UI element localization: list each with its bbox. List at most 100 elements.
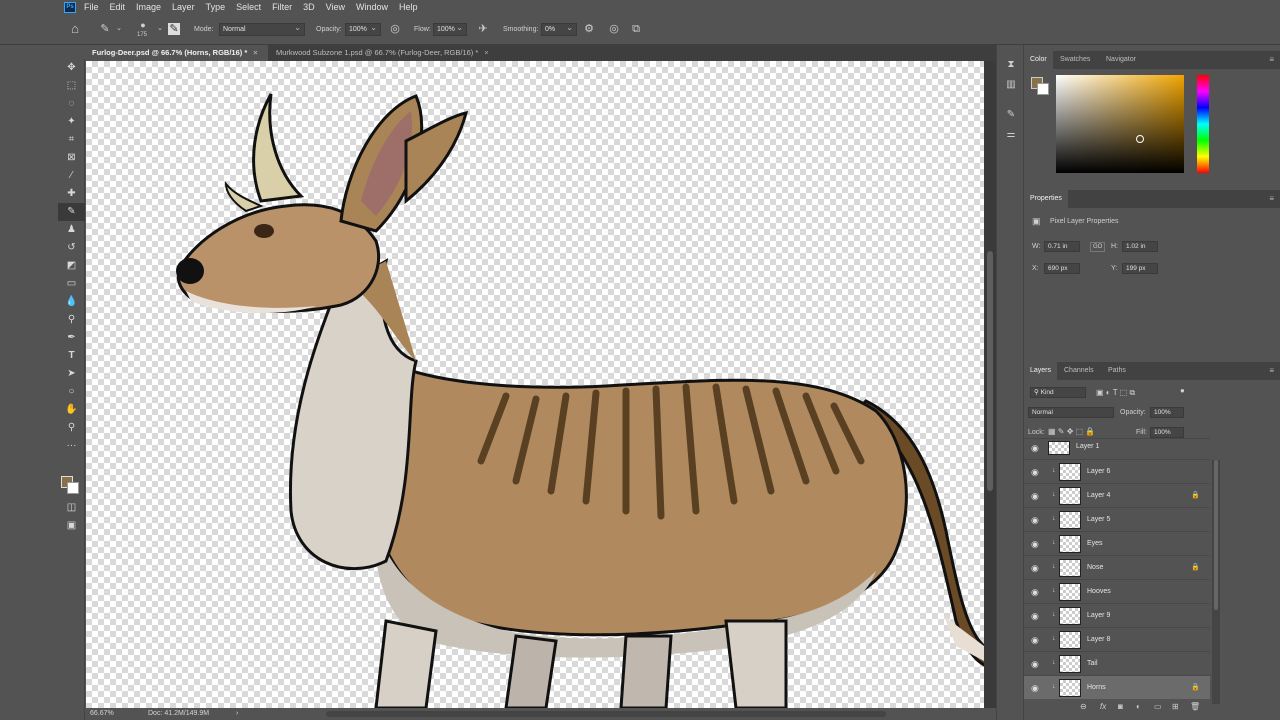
layer-row[interactable]: ◉ Layer 1 bbox=[1024, 438, 1210, 458]
lock-icons[interactable]: ▦ ✎ ✥ ⬚ 🔒 bbox=[1048, 427, 1095, 436]
tab-furlog-deer[interactable]: Furlog-Deer.psd @ 66.7% (Horns, RGB/16) … bbox=[86, 45, 268, 61]
eye-icon[interactable]: ◉ bbox=[1031, 443, 1039, 454]
color-field[interactable] bbox=[1056, 75, 1184, 173]
eye-icon[interactable]: ◉ bbox=[1031, 587, 1039, 598]
new-layer-icon[interactable]: ⊞ bbox=[1172, 702, 1179, 711]
zoom-tool-icon[interactable]: ⚲ bbox=[58, 419, 85, 437]
menu-type[interactable]: Type bbox=[206, 2, 226, 12]
brush-panel-icon[interactable]: ✎ bbox=[997, 105, 1025, 125]
gear-icon[interactable]: ⚙ bbox=[582, 22, 596, 36]
menu-edit[interactable]: Edit bbox=[110, 2, 126, 12]
layer-row[interactable]: ◉ ↓ Layer 8 bbox=[1024, 627, 1210, 651]
panel-menu-icon[interactable]: ≡ bbox=[1269, 194, 1274, 203]
symmetry-icon[interactable]: ⧉ bbox=[629, 22, 643, 36]
horizontal-scrollbar[interactable] bbox=[326, 711, 886, 717]
layer-row[interactable]: ◉ ↓ Nose 🔒 bbox=[1024, 555, 1210, 579]
tab-navigator[interactable]: Navigator bbox=[1100, 51, 1142, 69]
flow-field[interactable]: 100% bbox=[433, 22, 467, 36]
lasso-tool-icon[interactable]: ◌ bbox=[58, 95, 85, 113]
eraser-tool-icon[interactable]: ◩ bbox=[58, 257, 85, 275]
layer-row[interactable]: ◉ ↓ Horns 🔒 bbox=[1024, 675, 1210, 699]
pressure-opacity-icon[interactable]: ◎ bbox=[388, 22, 402, 36]
smoothing-field[interactable]: 0% bbox=[541, 22, 577, 36]
mode-select[interactable]: Normal bbox=[219, 22, 305, 36]
link-layers-icon[interactable]: ⊖ bbox=[1080, 702, 1087, 711]
pen-tool-icon[interactable]: ✒ bbox=[58, 329, 85, 347]
menu-select[interactable]: Select bbox=[236, 2, 261, 12]
marquee-tool-icon[interactable]: ⬚ bbox=[58, 77, 85, 95]
panel-menu-icon[interactable]: ≡ bbox=[1269, 366, 1274, 375]
layer-filter-select[interactable]: ⚲ Kind bbox=[1030, 387, 1086, 398]
brush-tool-icon[interactable]: ✎ bbox=[58, 203, 85, 221]
tab-layers[interactable]: Layers bbox=[1024, 362, 1058, 380]
eye-icon[interactable]: ◉ bbox=[1031, 635, 1039, 646]
filter-icons[interactable]: ▣ ◐ T ⬚ ⧉ bbox=[1096, 388, 1135, 398]
y-field[interactable]: 199 px bbox=[1122, 263, 1158, 274]
pressure-size-icon[interactable]: ◎ bbox=[607, 22, 621, 36]
link-icon[interactable]: GO bbox=[1090, 242, 1106, 252]
filter-toggle-icon[interactable]: ● bbox=[1180, 386, 1185, 395]
fill-field[interactable]: 100% bbox=[1150, 427, 1184, 438]
magic-wand-tool-icon[interactable]: ✦ bbox=[58, 113, 85, 131]
hand-tool-icon[interactable]: ✋ bbox=[58, 401, 85, 419]
trash-icon[interactable]: 🗑 bbox=[1190, 702, 1200, 711]
brush-settings-icon[interactable]: ✎ bbox=[168, 23, 180, 35]
ellipse-tool-icon[interactable]: ○ bbox=[58, 383, 85, 401]
blur-tool-icon[interactable]: 💧 bbox=[58, 293, 85, 311]
tab-swatches[interactable]: Swatches bbox=[1054, 51, 1096, 69]
blend-mode-select[interactable]: Normal bbox=[1028, 407, 1114, 418]
eye-icon[interactable]: ◉ bbox=[1031, 539, 1039, 550]
opacity-field[interactable]: 100% bbox=[345, 22, 381, 36]
close-icon[interactable]: × bbox=[253, 48, 257, 57]
path-selection-tool-icon[interactable]: ➤ bbox=[58, 365, 85, 383]
clone-stamp-tool-icon[interactable]: ♟ bbox=[58, 221, 85, 239]
adjustment-layer-icon[interactable]: ◐ bbox=[1136, 702, 1141, 711]
photoshop-logo-icon[interactable]: Ps bbox=[64, 1, 76, 13]
canvas-area[interactable] bbox=[86, 61, 984, 708]
menu-3d[interactable]: 3D bbox=[303, 2, 315, 12]
gradient-tool-icon[interactable]: ▭ bbox=[58, 275, 85, 293]
background-color-swatch[interactable] bbox=[1037, 83, 1049, 95]
transparent-canvas[interactable] bbox=[86, 61, 984, 708]
chevron-down-icon[interactable]: ⌄ bbox=[153, 22, 167, 36]
panel-menu-icon[interactable]: ≡ bbox=[1269, 55, 1274, 64]
layer-row[interactable]: ◉ ↓ Layer 9 bbox=[1024, 603, 1210, 627]
layer-row[interactable]: ◉ ↓ Tail bbox=[1024, 651, 1210, 675]
brush-tool-icon[interactable]: ✎ bbox=[98, 22, 112, 36]
hue-slider[interactable] bbox=[1197, 75, 1209, 173]
screen-mode-icon[interactable]: ▣ bbox=[58, 517, 85, 535]
layer-row[interactable]: ◉ ↓ Layer 5 bbox=[1024, 507, 1210, 531]
layer-row[interactable]: ◉ ↓ Hooves bbox=[1024, 579, 1210, 603]
menu-view[interactable]: View bbox=[326, 2, 345, 12]
eye-icon[interactable]: ◉ bbox=[1031, 491, 1039, 502]
layer-row[interactable]: ◉ ↓ Eyes bbox=[1024, 531, 1210, 555]
eyedropper-tool-icon[interactable]: ⁄ bbox=[58, 167, 85, 185]
background-color-swatch[interactable] bbox=[67, 482, 79, 494]
menu-layer[interactable]: Layer bbox=[172, 2, 195, 12]
menu-filter[interactable]: Filter bbox=[272, 2, 292, 12]
layer-row[interactable]: ◉ ↓ Layer 6 bbox=[1024, 459, 1210, 483]
menu-help[interactable]: Help bbox=[399, 2, 418, 12]
new-group-icon[interactable]: ▭ bbox=[1154, 702, 1162, 711]
crop-tool-icon[interactable]: ⌗ bbox=[58, 131, 85, 149]
zoom-level[interactable]: 66.67% bbox=[90, 708, 114, 720]
quick-mask-icon[interactable]: ◫ bbox=[58, 499, 85, 517]
width-field[interactable]: 0.71 in bbox=[1044, 241, 1080, 252]
menu-image[interactable]: Image bbox=[136, 2, 161, 12]
tab-murkwood-subzone[interactable]: Murkwood Subzone 1.psd @ 66.7% (Furlog-D… bbox=[270, 45, 510, 61]
brush-preset-icon[interactable]: ● bbox=[136, 18, 150, 32]
eye-icon[interactable]: ◉ bbox=[1031, 467, 1039, 478]
dodge-tool-icon[interactable]: ⚲ bbox=[58, 311, 85, 329]
height-field[interactable]: 1.02 in bbox=[1122, 241, 1158, 252]
healing-brush-tool-icon[interactable]: ✚ bbox=[58, 185, 85, 203]
more-tools-icon[interactable]: ··· bbox=[58, 437, 85, 455]
history-brush-tool-icon[interactable]: ↺ bbox=[58, 239, 85, 257]
eye-icon[interactable]: ◉ bbox=[1031, 659, 1039, 670]
add-mask-icon[interactable]: ◙ bbox=[1118, 702, 1123, 711]
type-tool-icon[interactable]: T bbox=[58, 347, 85, 365]
menu-file[interactable]: File bbox=[84, 2, 99, 12]
layer-row[interactable]: ◉ ↓ Layer 4 🔒 bbox=[1024, 483, 1210, 507]
tab-properties[interactable]: Properties bbox=[1024, 190, 1068, 208]
eye-icon[interactable]: ◉ bbox=[1031, 683, 1039, 694]
history-panel-icon[interactable]: ⧗ bbox=[997, 55, 1025, 75]
